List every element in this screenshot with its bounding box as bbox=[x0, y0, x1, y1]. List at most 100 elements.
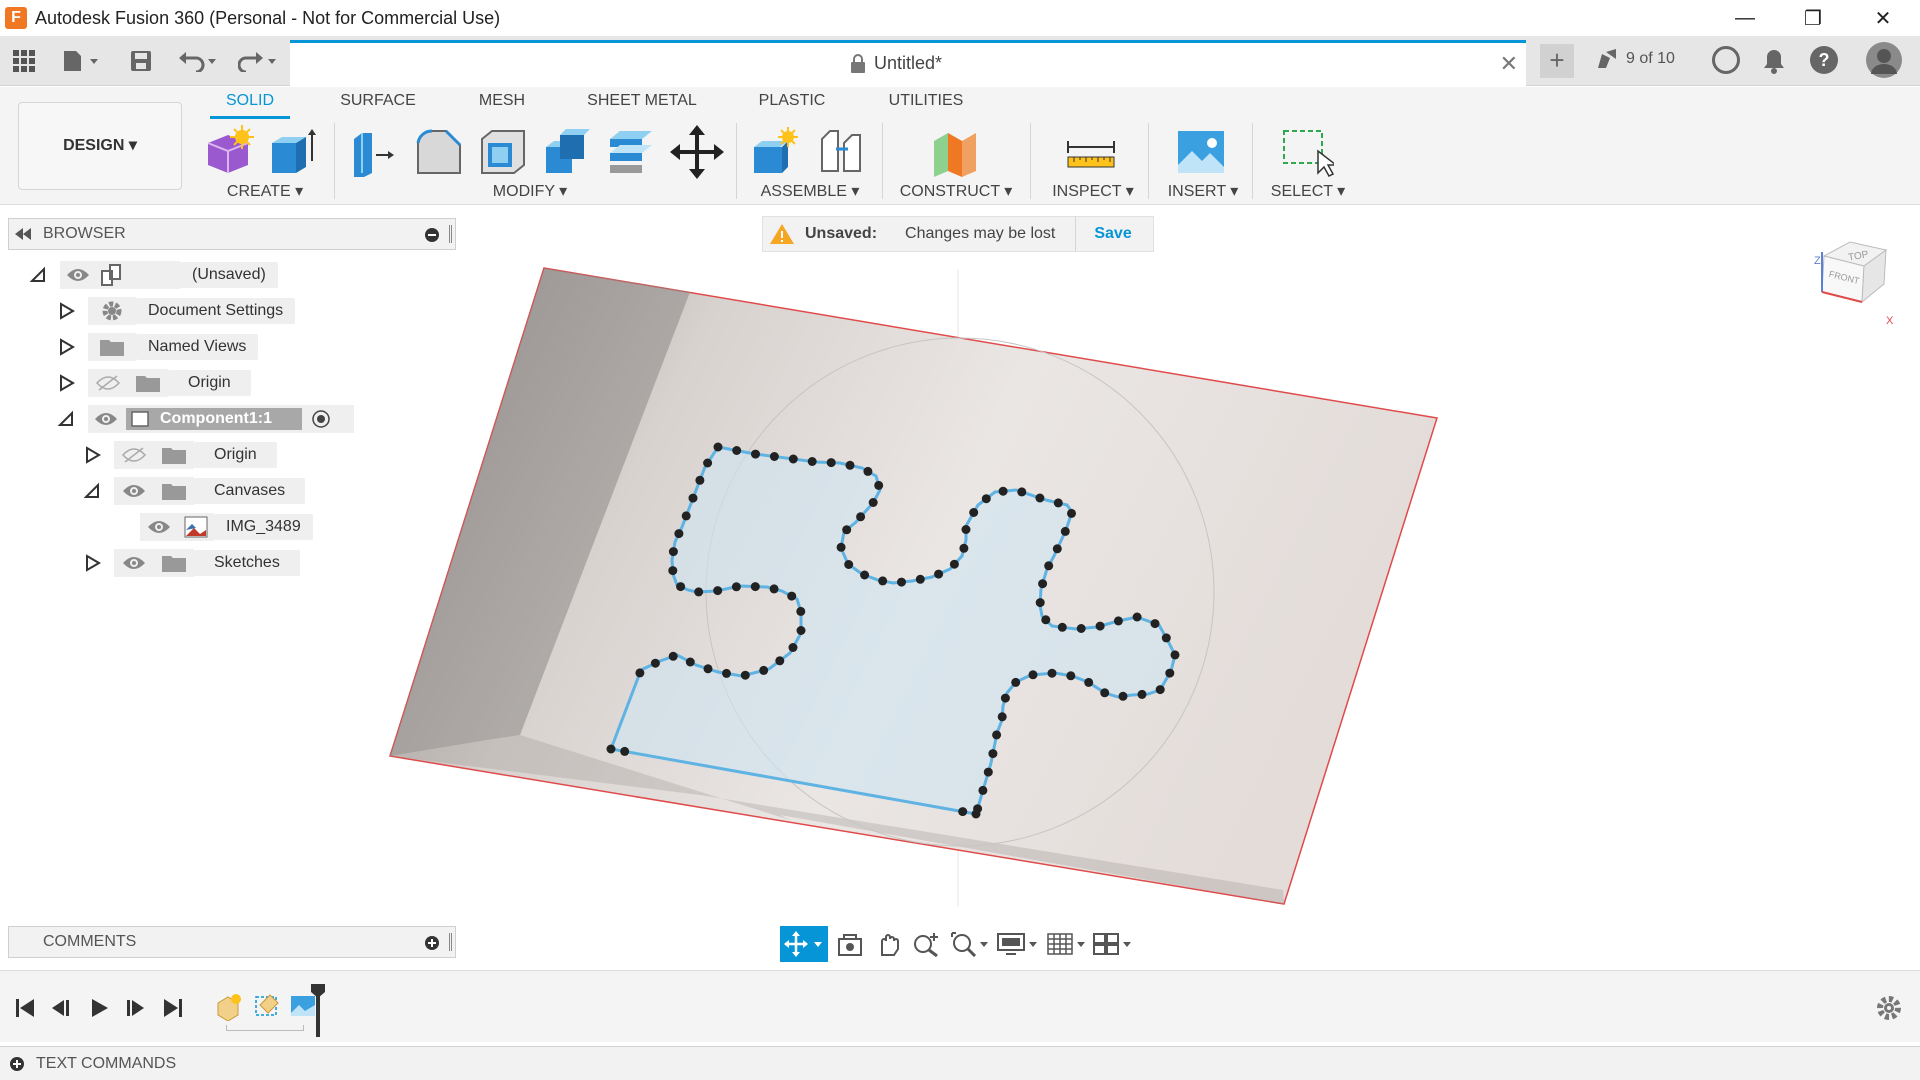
tree-label-img-3489[interactable]: IMG_3489 bbox=[214, 514, 313, 540]
notifications-bell-icon[interactable] bbox=[1760, 44, 1788, 78]
sketch-point[interactable] bbox=[1084, 677, 1094, 687]
sketch-point[interactable] bbox=[788, 643, 798, 652]
grid-settings-icon[interactable] bbox=[1046, 931, 1090, 957]
move-copy-icon[interactable] bbox=[670, 125, 724, 179]
sketch-point[interactable] bbox=[992, 730, 1002, 740]
expand-text-commands-icon[interactable] bbox=[10, 1057, 24, 1071]
look-at-icon[interactable] bbox=[836, 931, 866, 957]
sketch-point[interactable] bbox=[998, 486, 1008, 496]
sketch-point[interactable] bbox=[1132, 612, 1142, 622]
sketch-point[interactable] bbox=[740, 670, 750, 680]
sketch-point[interactable] bbox=[934, 569, 944, 579]
sketch-point[interactable] bbox=[1155, 685, 1165, 695]
measure-icon[interactable] bbox=[1064, 125, 1118, 179]
collapse-triangle-icon[interactable] bbox=[82, 481, 102, 501]
tree-row-named-views[interactable]: Named Views bbox=[56, 333, 259, 361]
sketch-point[interactable] bbox=[1137, 689, 1147, 699]
visibility-eye-icon[interactable] bbox=[94, 411, 118, 427]
job-status-clock-icon[interactable] bbox=[1712, 46, 1740, 74]
sketch-point[interactable] bbox=[750, 582, 760, 592]
viewcube[interactable]: TOP FRONT Z X bbox=[1800, 230, 1900, 330]
sketch-point[interactable] bbox=[722, 668, 731, 678]
sketch-point[interactable] bbox=[845, 460, 855, 470]
insert-image-icon[interactable] bbox=[1174, 125, 1228, 179]
tree-row-component[interactable]: Component1:1 bbox=[56, 405, 354, 433]
tree-label-sketches[interactable]: Sketches bbox=[194, 550, 300, 576]
file-menu-icon[interactable] bbox=[60, 44, 104, 78]
sketch-point[interactable] bbox=[1067, 508, 1076, 518]
viewports-icon[interactable] bbox=[1092, 931, 1136, 957]
sketch-point[interactable] bbox=[959, 543, 969, 553]
timeline-component-feature-icon[interactable] bbox=[214, 991, 244, 1021]
sketch-point[interactable] bbox=[860, 570, 870, 580]
sketch-point[interactable] bbox=[681, 511, 691, 521]
sketch-point[interactable] bbox=[703, 664, 713, 674]
help-icon[interactable]: ? bbox=[1810, 46, 1838, 74]
sketch-point[interactable] bbox=[842, 525, 852, 535]
sketch-point[interactable] bbox=[1066, 671, 1076, 681]
step-forward-icon[interactable] bbox=[124, 997, 146, 1019]
activate-component-icon[interactable] bbox=[310, 408, 332, 430]
tree-row-document-settings[interactable]: Document Settings bbox=[56, 297, 296, 325]
zoom-icon[interactable] bbox=[912, 931, 942, 957]
sketch-point[interactable] bbox=[1035, 493, 1045, 503]
shell-icon[interactable] bbox=[476, 125, 530, 179]
sketch-point[interactable] bbox=[796, 626, 806, 635]
sketch-point[interactable] bbox=[606, 744, 616, 754]
tree-label-canvases[interactable]: Canvases bbox=[194, 478, 306, 504]
document-tab[interactable]: Untitled* ✕ bbox=[290, 40, 1526, 86]
tree-label-unsaved[interactable]: (Unsaved) bbox=[180, 262, 278, 288]
sketch-point[interactable] bbox=[978, 785, 988, 795]
expand-triangle-icon[interactable] bbox=[56, 301, 76, 321]
sketch-point[interactable] bbox=[1047, 668, 1057, 678]
sketch-point[interactable] bbox=[1057, 622, 1067, 632]
visibility-eye-icon[interactable] bbox=[66, 267, 90, 283]
tree-label-document-settings[interactable]: Document Settings bbox=[136, 298, 296, 324]
data-panel-grid-icon[interactable] bbox=[10, 44, 38, 78]
expand-triangle-icon[interactable] bbox=[82, 553, 102, 573]
tree-label-component-origin[interactable]: Origin bbox=[194, 442, 277, 468]
go-to-start-icon[interactable] bbox=[14, 997, 36, 1019]
step-back-icon[interactable] bbox=[50, 997, 72, 1019]
sketch-point[interactable] bbox=[788, 454, 798, 464]
sketch-point[interactable] bbox=[1052, 544, 1062, 554]
sketch-point[interactable] bbox=[997, 712, 1007, 722]
expand-triangle-icon[interactable] bbox=[56, 373, 76, 393]
sketch-point[interactable] bbox=[863, 466, 873, 476]
select-group-label[interactable]: SELECT ▾ bbox=[1262, 181, 1354, 201]
sketch-point[interactable] bbox=[775, 656, 785, 666]
construct-group-label[interactable]: CONSTRUCT ▾ bbox=[896, 181, 1016, 201]
sketch-point[interactable] bbox=[983, 767, 993, 777]
sketch-point[interactable] bbox=[732, 446, 742, 455]
tree-label-component[interactable]: Component1:1 bbox=[160, 410, 272, 428]
sketch-point[interactable] bbox=[1113, 616, 1123, 626]
combine-icon[interactable] bbox=[540, 125, 594, 179]
text-commands-bar[interactable]: TEXT COMMANDS bbox=[0, 1046, 1920, 1080]
inspect-group-label[interactable]: INSPECT ▾ bbox=[1038, 181, 1148, 201]
orbit-tool-button[interactable] bbox=[780, 926, 828, 962]
add-comment-icon[interactable] bbox=[425, 936, 439, 950]
sketch-point[interactable] bbox=[769, 452, 779, 461]
tab-solid[interactable]: SOLID bbox=[210, 89, 290, 119]
sketch-point[interactable] bbox=[897, 577, 906, 587]
sketch-point[interactable] bbox=[1053, 498, 1063, 508]
sketch-point[interactable] bbox=[958, 807, 968, 817]
sketch-point[interactable] bbox=[694, 587, 704, 597]
sketch-point[interactable] bbox=[674, 529, 684, 539]
sketch-point[interactable] bbox=[1165, 668, 1175, 678]
sketch-point[interactable] bbox=[650, 658, 660, 668]
sketch-point[interactable] bbox=[1000, 693, 1010, 703]
comments-panel-header[interactable]: COMMENTS bbox=[8, 926, 456, 958]
sketch-point[interactable] bbox=[676, 582, 686, 592]
pan-hand-icon[interactable] bbox=[874, 931, 904, 957]
timeline-settings-gear-icon[interactable] bbox=[1876, 995, 1902, 1021]
sketch-point[interactable] bbox=[874, 480, 884, 490]
fillet-icon[interactable] bbox=[412, 125, 466, 179]
sketch-point[interactable] bbox=[751, 449, 760, 459]
tree-label-named-views[interactable]: Named Views bbox=[136, 334, 259, 360]
tab-plastic[interactable]: PLASTIC bbox=[742, 89, 842, 119]
sketch-point[interactable] bbox=[1044, 561, 1054, 571]
sketch-point[interactable] bbox=[826, 458, 836, 468]
3d-viewport[interactable] bbox=[376, 206, 1920, 970]
new-tab-button[interactable]: + bbox=[1540, 44, 1574, 78]
